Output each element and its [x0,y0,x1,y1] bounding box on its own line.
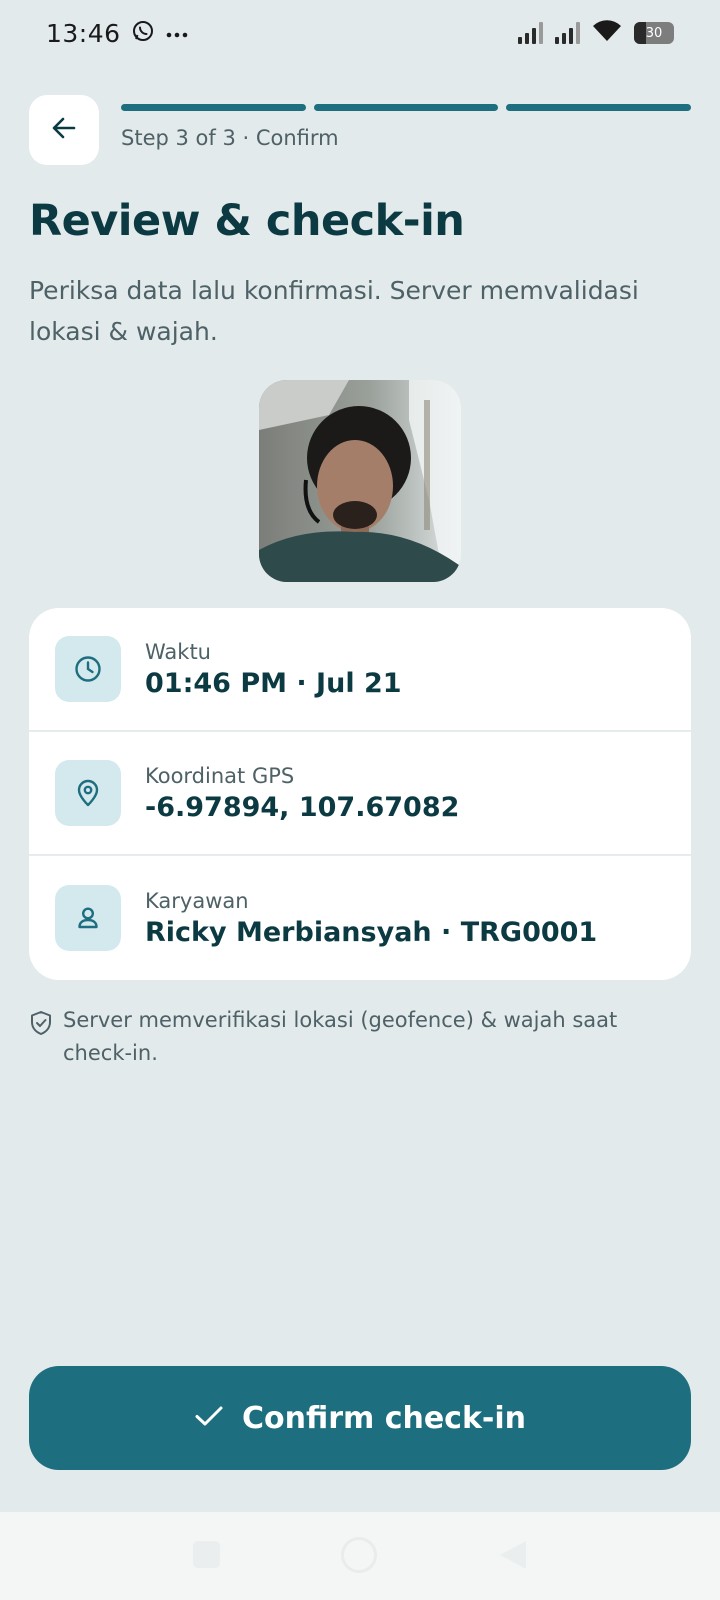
battery-icon: 30 [634,22,674,44]
user-icon [55,885,121,951]
back-button[interactable] [29,95,99,165]
detail-value: 01:46 PM · Jul 21 [145,667,402,699]
check-icon [194,1401,224,1436]
progress-segment [121,104,306,111]
home-button[interactable] [341,1537,377,1573]
more-dots-icon [165,24,189,43]
whatsapp-icon [131,19,155,47]
signal-icon [555,22,580,44]
note-text: Server memverifikasi lokasi (geofence) &… [63,1008,618,1065]
detail-value: -6.97894, 107.67082 [145,791,460,823]
location-pin-icon [55,760,121,826]
arrow-left-icon [50,114,78,146]
status-time: 13:46 [46,18,121,48]
detail-row-employee: Karyawan Ricky Merbiansyah · TRG0001 [29,856,691,980]
recent-apps-button[interactable] [193,1541,220,1568]
detail-value: Ricky Merbiansyah · TRG0001 [145,916,598,948]
step-progress-bar [121,104,692,111]
detail-row-gps: Koordinat GPS -6.97894, 107.67082 [29,732,691,856]
detail-label: Waktu [145,639,211,664]
battery-level: 30 [645,25,663,41]
progress-segment [506,104,692,111]
verification-note: Server memverifikasi lokasi (geofence) &… [29,1004,689,1070]
shield-check-icon [29,1010,53,1040]
page-title: Review & check-in [29,196,465,246]
details-card: Waktu 01:46 PM · Jul 21 Koordinat GPS -6… [29,608,691,980]
status-bar: 13:46 30 [0,0,720,66]
detail-row-time: Waktu 01:46 PM · Jul 21 [29,608,691,732]
detail-label: Koordinat GPS [145,763,295,788]
system-nav-bar [0,1512,720,1600]
page-subtitle: Periksa data lalu konfirmasi. Server mem… [29,276,639,346]
system-back-button[interactable] [500,1541,526,1569]
wifi-icon [592,20,622,46]
progress-segment [313,104,499,111]
clock-icon [55,636,121,702]
confirm-button-label: Confirm check-in [241,1400,527,1436]
step-label: Step 3 of 3 · Confirm [121,126,339,150]
confirm-check-in-button[interactable]: Confirm check-in [29,1366,691,1470]
detail-label: Karyawan [145,888,249,913]
signal-icon [518,22,543,44]
selfie-photo [259,380,461,582]
